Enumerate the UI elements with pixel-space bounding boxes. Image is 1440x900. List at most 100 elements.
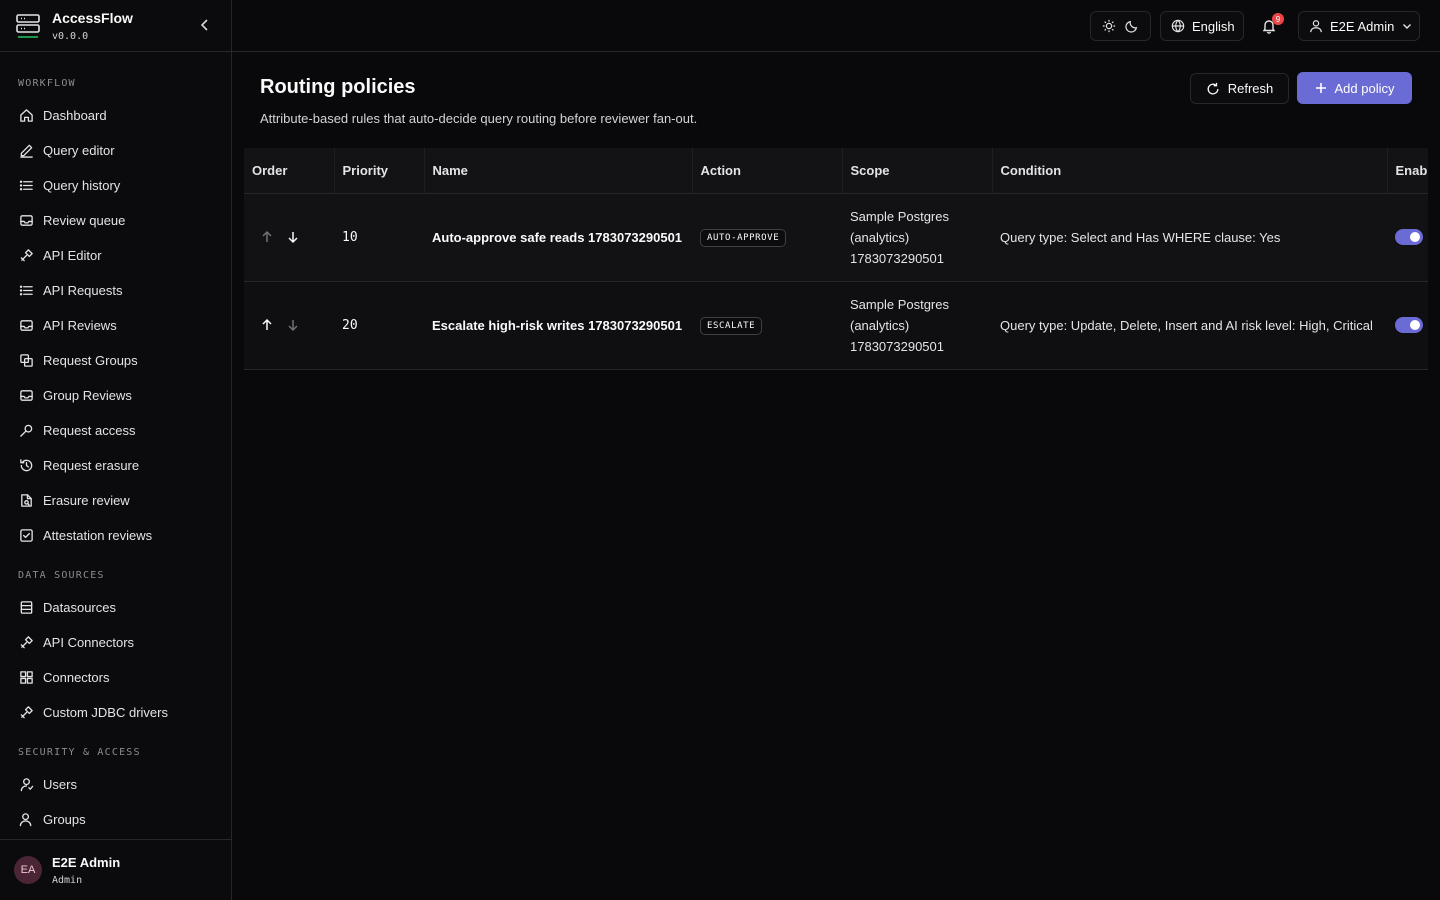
sidebar-item-api-reviews[interactable]: API Reviews — [10, 310, 222, 340]
avatar: EA — [14, 856, 42, 884]
sidebar-item-dashboard[interactable]: Dashboard — [10, 100, 222, 130]
chevron-down-icon — [1402, 21, 1412, 31]
action-cell: ESCALATE — [692, 281, 842, 369]
sidebar-item-query-editor[interactable]: Query editor — [10, 135, 222, 165]
column-header-order[interactable]: Order — [244, 148, 335, 193]
sidebar-item-api-editor[interactable]: API Editor — [10, 240, 222, 270]
column-header-action[interactable]: Action — [692, 148, 843, 193]
scope-line: 1783073290501 — [850, 338, 944, 354]
sidebar-item-label: Users — [43, 776, 77, 792]
sidebar-item-users[interactable]: Users — [10, 769, 222, 799]
section-label-security: SECURITY & ACCESS — [18, 747, 141, 758]
refresh-label: Refresh — [1227, 81, 1274, 96]
sidebar-item-erasure-review[interactable]: Erasure review — [10, 485, 222, 515]
condition-cell: Query type: Select and Has WHERE clause:… — [1000, 229, 1281, 245]
column-header-priority[interactable]: Priority — [334, 148, 425, 193]
enabled-toggle[interactable] — [1395, 317, 1423, 333]
arrow-down-icon[interactable] — [286, 318, 300, 332]
user-menu-button[interactable]: E2E Admin — [1298, 11, 1420, 41]
column-header-enabled[interactable]: Enabl — [1387, 148, 1428, 193]
policy-name-cell[interactable]: Escalate high-risk writes 1783073290501 — [424, 281, 692, 369]
sidebar-item-request-access[interactable]: Request access — [10, 415, 222, 445]
enabled-toggle[interactable] — [1395, 229, 1423, 245]
sidebar-item-api-connectors[interactable]: API Connectors — [10, 627, 222, 657]
arrow-up-icon[interactable] — [260, 230, 274, 244]
column-header-scope[interactable]: Scope — [842, 148, 993, 193]
user-icon — [1309, 19, 1323, 33]
database-icon — [18, 599, 34, 615]
user-icon — [18, 776, 34, 792]
arrow-up-icon[interactable] — [260, 318, 274, 332]
order-cell — [244, 193, 334, 281]
home-icon — [18, 107, 34, 123]
refresh-button[interactable]: Refresh — [1190, 73, 1289, 104]
language-selector[interactable]: English — [1160, 11, 1244, 41]
copy-icon — [18, 352, 34, 368]
sidebar-item-review-queue[interactable]: Review queue — [10, 205, 222, 235]
globe-icon — [1171, 19, 1185, 33]
sidebar-item-api-requests[interactable]: API Requests — [10, 275, 222, 305]
arrow-down-icon[interactable] — [286, 230, 300, 244]
users-icon — [18, 811, 34, 827]
pencil-icon — [18, 142, 34, 158]
scope-line: 1783073290501 — [850, 250, 944, 266]
sidebar-item-label: API Reviews — [43, 317, 117, 333]
moon-icon[interactable] — [1125, 19, 1139, 33]
list-icon — [18, 282, 34, 298]
sidebar-item-connectors[interactable]: Connectors — [10, 662, 222, 692]
collapse-sidebar-icon[interactable] — [197, 17, 213, 33]
brand-header: AccessFlow v0.0.0 — [0, 0, 231, 52]
scope-line: Sample Postgres — [850, 208, 949, 224]
sidebar-item-label: API Requests — [43, 282, 123, 298]
check-square-icon — [18, 527, 34, 543]
sidebar: AccessFlow v0.0.0 WORKFLOW Dashboard Quer… — [0, 0, 232, 900]
sidebar-item-label: Connectors — [43, 669, 110, 685]
scope-line: Sample Postgres — [850, 296, 949, 312]
sidebar-item-query-history[interactable]: Query history — [10, 170, 222, 200]
sidebar-item-label: API Editor — [43, 247, 102, 263]
sidebar-user-footer[interactable]: EA E2E Admin Admin — [0, 839, 231, 900]
sun-icon[interactable] — [1102, 19, 1116, 33]
app-version: v0.0.0 — [52, 31, 89, 42]
sidebar-item-group-reviews[interactable]: Group Reviews — [10, 380, 222, 410]
file-search-icon — [18, 492, 34, 508]
policy-name-cell[interactable]: Auto-approve safe reads 1783073290501 — [424, 193, 692, 281]
footer-user-role: Admin — [52, 875, 83, 886]
scope-line: (analytics) — [850, 229, 910, 245]
routing-policies-table: Order Priority Name Action Scope Conditi… — [244, 148, 1428, 370]
sidebar-item-custom-jdbc-drivers[interactable]: Custom JDBC drivers — [10, 697, 222, 727]
enabled-cell — [1387, 281, 1428, 369]
grid-icon — [18, 669, 34, 685]
sidebar-item-attestation-reviews[interactable]: Attestation reviews — [10, 520, 222, 550]
app-name: AccessFlow — [52, 10, 133, 26]
sidebar-item-label: Datasources — [43, 599, 116, 615]
inbox-icon — [18, 212, 34, 228]
priority-cell: 20 — [342, 317, 358, 333]
action-badge: ESCALATE — [700, 316, 763, 335]
add-policy-button[interactable]: Add policy — [1297, 72, 1412, 104]
action-cell: AUTO-APPROVE — [692, 193, 842, 281]
table-row: 20 Escalate high-risk writes 17830732905… — [244, 281, 1428, 369]
notification-badge: 9 — [1272, 13, 1284, 25]
server-logo-icon — [16, 13, 40, 39]
scope-line: (analytics) — [850, 317, 910, 333]
plug-icon — [18, 704, 34, 720]
priority-cell: 10 — [342, 229, 358, 245]
column-header-condition[interactable]: Condition — [992, 148, 1388, 193]
key-icon — [18, 422, 34, 438]
sidebar-item-label: Group Reviews — [43, 387, 132, 403]
column-header-name[interactable]: Name — [424, 148, 693, 193]
inbox-icon — [18, 387, 34, 403]
refresh-icon — [1206, 82, 1220, 96]
sidebar-item-request-erasure[interactable]: Request erasure — [10, 450, 222, 480]
sidebar-item-request-groups[interactable]: Request Groups — [10, 345, 222, 375]
sidebar-item-groups[interactable]: Groups — [10, 804, 222, 834]
user-menu-label: E2E Admin — [1330, 18, 1395, 34]
plus-icon — [1315, 82, 1327, 94]
sidebar-item-label: Request Groups — [43, 352, 138, 368]
sidebar-item-label: Erasure review — [43, 492, 130, 508]
theme-toggle-group — [1090, 11, 1151, 41]
plug-icon — [18, 634, 34, 650]
sidebar-item-label: API Connectors — [43, 634, 135, 650]
sidebar-item-datasources[interactable]: Datasources — [10, 592, 222, 622]
